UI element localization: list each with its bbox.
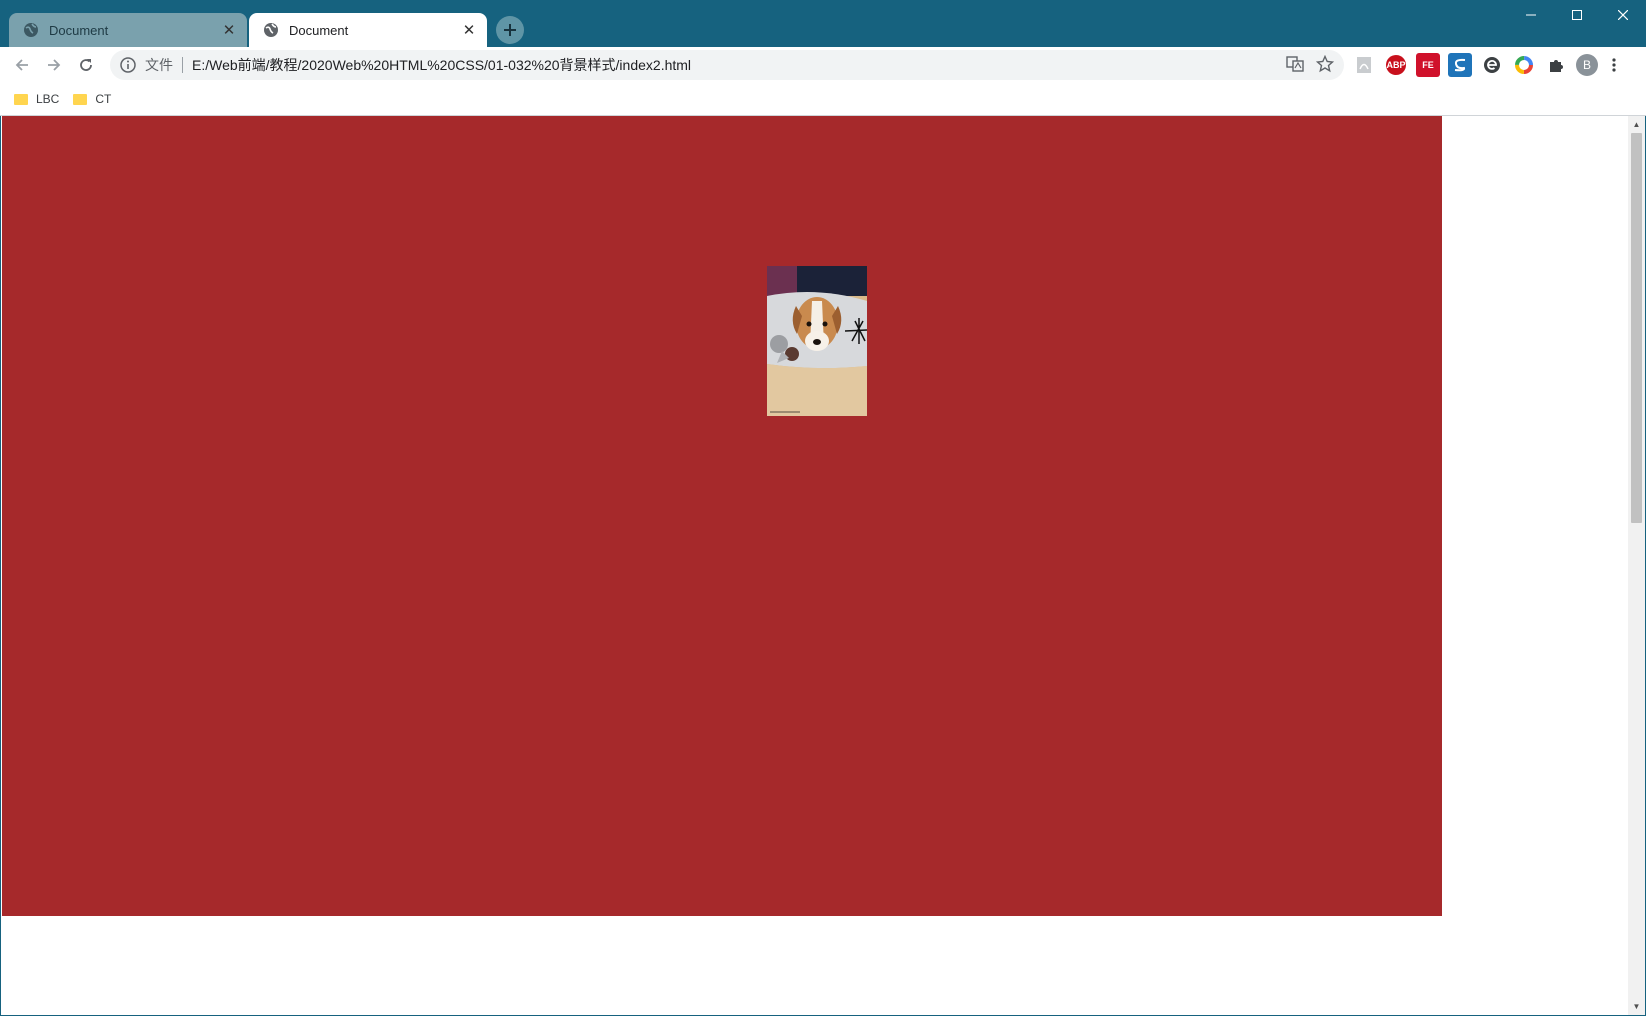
translate-icon[interactable]: [1286, 55, 1304, 73]
folder-icon: [73, 93, 88, 105]
pdf-extension-icon[interactable]: [1352, 53, 1376, 77]
scrollbar-thumb[interactable]: [1631, 133, 1642, 523]
info-icon[interactable]: [119, 56, 137, 74]
minimize-icon: [1526, 14, 1536, 16]
forward-button[interactable]: [40, 51, 68, 79]
scroll-down-arrow-icon[interactable]: ▼: [1628, 998, 1645, 1015]
tab-title: Document: [49, 22, 109, 38]
tab-document-1[interactable]: Document ✕: [9, 13, 247, 47]
browser-toolbar: 文件 E:/Web前端/教程/2020Web%20HTML%20CSS/01-0…: [0, 47, 1646, 83]
s-extension-icon[interactable]: [1448, 53, 1472, 77]
reload-icon: [80, 59, 92, 71]
close-tab-icon[interactable]: ✕: [219, 20, 239, 40]
divider: [182, 57, 183, 73]
plus-icon: [504, 24, 516, 36]
puzzle-icon[interactable]: [1544, 53, 1568, 77]
globe-icon: [263, 22, 279, 38]
back-arrow-icon: [15, 59, 28, 71]
red-background-box: [2, 116, 1442, 916]
scroll-up-arrow-icon[interactable]: ▲: [1628, 116, 1645, 133]
reload-button[interactable]: [72, 51, 100, 79]
menu-button[interactable]: [1606, 53, 1622, 77]
adblock-extension-icon[interactable]: ABP: [1386, 55, 1406, 75]
close-tab-icon[interactable]: ✕: [459, 20, 479, 40]
maximize-icon: [1572, 10, 1582, 20]
vertical-scrollbar[interactable]: ▲ ▼: [1628, 116, 1645, 1015]
tab-title: Document: [289, 22, 349, 38]
bookmark-lbc[interactable]: LBC: [14, 92, 59, 106]
profile-avatar[interactable]: B: [1576, 54, 1598, 76]
back-button[interactable]: [8, 51, 36, 79]
minimize-button[interactable]: [1508, 0, 1554, 30]
star-icon[interactable]: [1316, 55, 1334, 73]
globe-icon: [23, 22, 39, 38]
close-icon: [1618, 10, 1628, 20]
title-bar: Document ✕ Document ✕: [0, 0, 1646, 47]
bookmark-label: CT: [95, 92, 112, 106]
extensions-area: ABP FE B: [1352, 53, 1622, 77]
folder-icon: [14, 93, 28, 105]
tab-document-2[interactable]: Document ✕: [249, 13, 487, 47]
puppy-image: [767, 266, 867, 416]
omnibox-actions: [1286, 55, 1334, 73]
forward-arrow-icon: [48, 59, 61, 71]
kebab-menu-icon: [1612, 58, 1616, 72]
url-text[interactable]: E:/Web前端/教程/2020Web%20HTML%20CSS/01-032%…: [192, 55, 691, 75]
new-tab-button[interactable]: [496, 16, 524, 44]
e-extension-icon[interactable]: [1480, 53, 1504, 77]
address-bar[interactable]: 文件 E:/Web前端/教程/2020Web%20HTML%20CSS/01-0…: [110, 50, 1344, 80]
color-extension-icon[interactable]: [1512, 53, 1536, 77]
bookmarks-bar: LBC CT: [0, 83, 1646, 116]
close-window-button[interactable]: [1600, 0, 1646, 30]
file-scheme-label: 文件: [145, 57, 173, 73]
page-viewport: ▲ ▼: [0, 116, 1646, 1016]
fe-extension-icon[interactable]: FE: [1416, 53, 1440, 77]
bookmark-ct[interactable]: CT: [73, 92, 111, 106]
window-controls: [1508, 0, 1646, 30]
maximize-button[interactable]: [1554, 0, 1600, 30]
bookmark-label: LBC: [36, 92, 60, 106]
